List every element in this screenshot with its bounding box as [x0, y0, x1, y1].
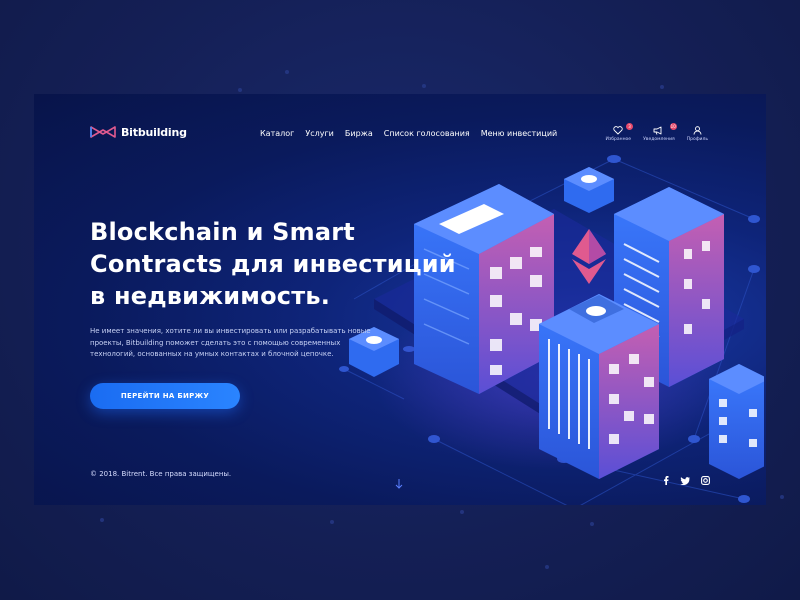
heart-icon [613, 126, 623, 135]
nav-item-catalog[interactable]: Каталог [260, 129, 294, 138]
hero-description-line: Не имеет значения, хотите ли вы инвестир… [90, 327, 371, 335]
user-icon [693, 126, 702, 135]
instagram-icon[interactable] [701, 470, 710, 489]
go-to-exchange-button[interactable]: ПЕРЕЙТИ НА БИРЖУ [90, 383, 240, 409]
hero-title-line: Blockchain и Smart [90, 218, 355, 246]
nav-item-investment-menu[interactable]: Меню инвестиций [481, 129, 558, 138]
header-actions: 3 Избранное 10 Уведомления Профиль [605, 123, 708, 142]
profile-button[interactable]: Профиль [687, 126, 708, 142]
notifications-label: Уведомления [643, 137, 675, 142]
hero-title-line: Contracts для инвестиций [90, 250, 456, 278]
favorites-button[interactable]: 3 Избранное [605, 123, 634, 142]
profile-label: Профиль [686, 137, 708, 142]
nav-item-exchange[interactable]: Биржа [345, 129, 373, 138]
favorites-label: Избранное [605, 137, 632, 142]
bow-logo-icon [90, 126, 116, 138]
copyright-text: © 2018. Bitrent. Все права защищены. [90, 470, 232, 478]
social-links [663, 470, 710, 489]
notifications-badge: 10 [669, 123, 677, 130]
brand-name: Bitbuilding [121, 125, 187, 139]
notifications-button[interactable]: 10 Уведомления [643, 123, 677, 142]
hero-title: Blockchain и Smart Contracts для инвести… [90, 216, 470, 312]
brand-logo[interactable]: Bitbuilding [90, 125, 187, 139]
hero-description-line: технологий, основанных на умных контакта… [90, 350, 334, 358]
main-nav: Каталог Услуги Биржа Список голосования … [260, 129, 557, 138]
hero-title-line: в недвижимость. [90, 282, 331, 310]
hero-description-line: проекты, Bitbuilding поможет сделать это… [90, 338, 341, 347]
landing-page-frame: Bitbuilding Каталог Услуги Биржа Список … [34, 94, 766, 505]
megaphone-icon [653, 126, 662, 135]
nav-item-voting-list[interactable]: Список голосования [384, 129, 470, 138]
facebook-icon[interactable] [663, 470, 669, 489]
hero-description: Не имеет значения, хотите ли вы инвестир… [90, 326, 390, 361]
nav-item-services[interactable]: Услуги [305, 129, 334, 138]
favorites-badge: 3 [626, 123, 634, 130]
twitter-icon[interactable] [680, 470, 690, 489]
scroll-down-arrow-icon[interactable] [394, 478, 404, 490]
